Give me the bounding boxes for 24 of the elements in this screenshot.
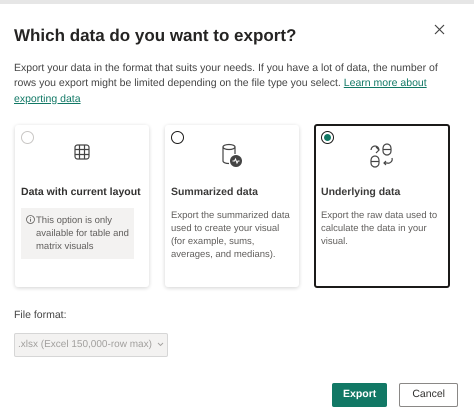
option-description: Export the summarized data used to create your visual (for example, sums, averages, and medians). <box>171 208 291 261</box>
database-chart-icon <box>221 143 243 169</box>
radio-button[interactable] <box>321 131 334 144</box>
info-icon <box>26 214 35 224</box>
export-button[interactable]: Export <box>332 382 388 407</box>
radio-button[interactable] <box>171 131 184 144</box>
data-exchange-icon <box>368 143 396 169</box>
option-card[interactable]: Summarized data Export the summarized data used to create your visual (for example, sums, averages, and medians). <box>165 125 299 287</box>
option-title: Data with current layout <box>21 185 142 200</box>
option-card[interactable]: Underlying data Export the raw data used to calculate the data in your visual. <box>314 124 450 288</box>
table-icon <box>73 143 91 161</box>
info-note: This option is only available for table and matrix visuals <box>21 208 134 259</box>
file-format-label: File format: <box>14 308 68 323</box>
dialog-title: Which data do you want to export? <box>14 25 296 47</box>
option-title: Underlying data <box>321 185 402 200</box>
file-format-dropdown: .xlsx (Excel 150,000-row max) <box>14 332 168 357</box>
option-title: Summarized data <box>171 185 259 200</box>
chevron-down-icon <box>157 342 164 348</box>
learn-more-link[interactable]: exporting data <box>14 92 81 104</box>
cancel-button[interactable]: Cancel <box>399 382 458 407</box>
learn-more-link[interactable]: Learn more about <box>344 77 427 89</box>
option-description: Export the raw data used to calculate the data in your visual. <box>321 208 438 248</box>
dialog-description: Export your data in the format that suits your needs. If you have a lot of data, the number of rows you export might be limited depending on the file type you select. Learn more about exporting data <box>14 60 439 106</box>
close-icon <box>434 24 444 34</box>
